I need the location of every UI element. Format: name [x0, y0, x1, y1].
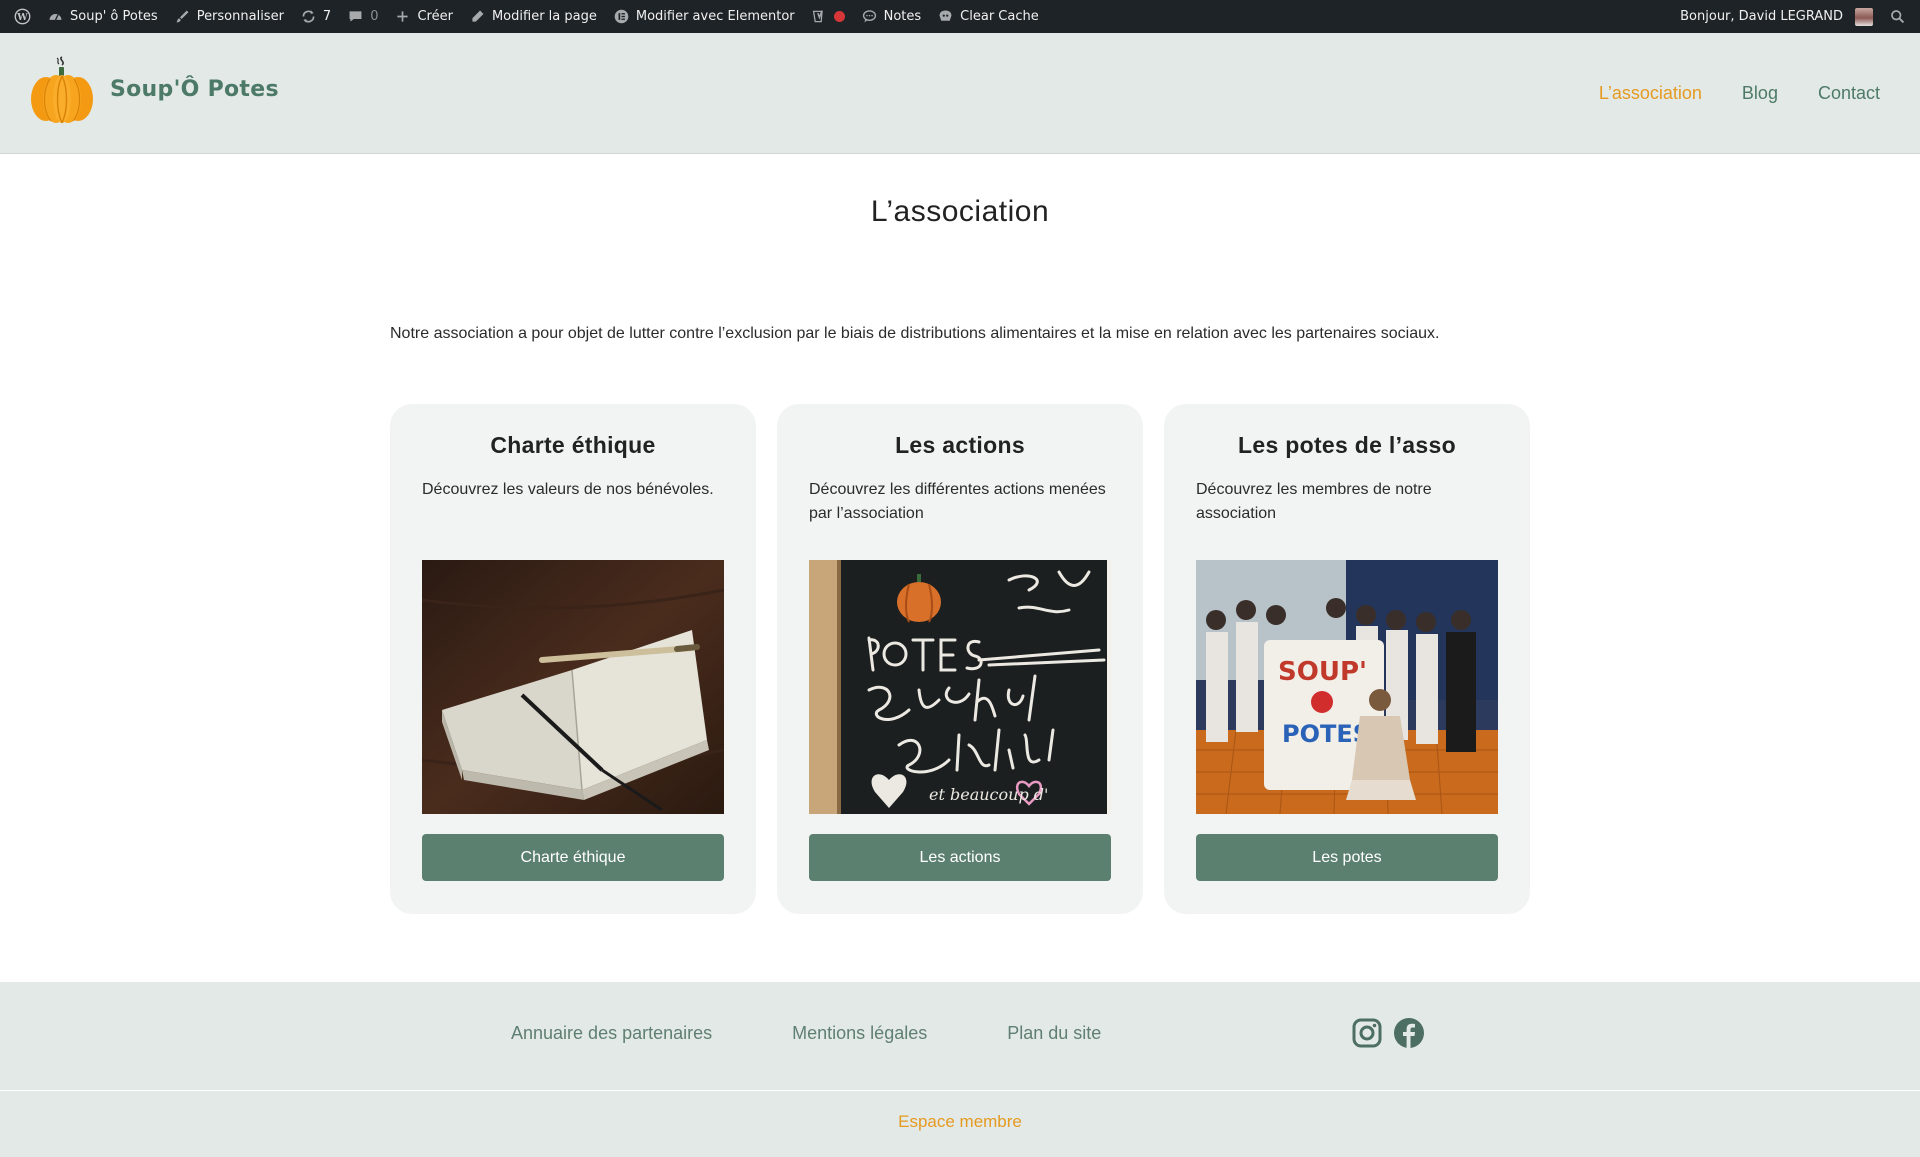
edit-elementor-label: Modifier avec Elementor — [635, 9, 795, 24]
yoast-seo-link[interactable] — [803, 0, 853, 33]
pencil-icon — [472, 10, 484, 22]
main-navigation: L’association Blog Contact — [1599, 83, 1880, 104]
svg-text:et beaucoup d': et beaucoup d' — [929, 785, 1048, 804]
charter-button[interactable]: Charte éthique — [422, 834, 724, 881]
notes-label: Notes — [883, 9, 922, 24]
comments-count: 0 — [370, 9, 379, 24]
site-footer: Annuaire des partenaires Mentions légale… — [0, 982, 1920, 1090]
site-name-label: Soup' ô Potes — [70, 9, 158, 24]
actions-button[interactable]: Les actions — [809, 834, 1111, 881]
footer-link-legal[interactable]: Mentions légales — [792, 1023, 927, 1044]
site-name-link[interactable]: Soup' ô Potes — [39, 0, 166, 33]
edit-elementor-link[interactable]: Modifier avec Elementor — [605, 0, 803, 33]
logo-text: Soup'Ô Potes — [110, 76, 279, 102]
create-link[interactable]: Créer — [386, 0, 460, 33]
nav-item-contact[interactable]: Contact — [1818, 83, 1880, 104]
members-button[interactable]: Les potes — [1196, 834, 1498, 881]
chalkboard-image: et beaucoup d' — [809, 560, 1111, 814]
clear-cache-label: Clear Cache — [960, 9, 1039, 24]
card-description: Découvrez les différentes actions menées… — [809, 481, 1106, 522]
member-area-link[interactable]: Espace membre — [898, 1112, 1022, 1132]
footer-links: Annuaire des partenaires Mentions légale… — [511, 1023, 1101, 1044]
comments-link[interactable]: 0 — [339, 0, 386, 33]
pumpkin-logo-icon — [31, 56, 93, 124]
intro-text: Notre association a pour objet de lutter… — [390, 325, 1440, 342]
card-title: Les actions — [895, 432, 1025, 458]
refresh-icon — [302, 10, 315, 23]
svg-text:W: W — [16, 12, 28, 23]
cards-section: Charte éthique Découvrez les valeurs de … — [390, 404, 1531, 914]
yoast-icon — [812, 10, 823, 23]
user-account-link[interactable]: Bonjour, David LEGRAND — [1672, 0, 1881, 33]
notes-link[interactable]: Notes — [853, 0, 930, 33]
site-header: Soup'Ô Potes L’association Blog Contact — [0, 33, 1920, 154]
card-title: Charte éthique — [490, 432, 656, 458]
customize-link[interactable]: Personnaliser — [166, 0, 292, 33]
site-logo[interactable]: Soup'Ô Potes — [26, 53, 279, 125]
plus-icon — [397, 11, 409, 22]
edit-page-link[interactable]: Modifier la page — [461, 0, 605, 33]
dashboard-icon — [49, 13, 62, 21]
social-links — [1351, 1017, 1425, 1049]
create-label: Créer — [417, 9, 453, 24]
brush-icon — [176, 10, 189, 23]
facebook-icon[interactable] — [1393, 1017, 1425, 1049]
card-members: Les potes de l’asso Découvrez les membre… — [1164, 404, 1530, 914]
admin-search-button[interactable] — [1881, 0, 1914, 33]
wordpress-logo-icon[interactable]: W — [6, 0, 39, 33]
footer-link-partners[interactable]: Annuaire des partenaires — [511, 1023, 712, 1044]
greeting-label: Bonjour, David LEGRAND — [1680, 9, 1843, 24]
edit-page-label: Modifier la page — [491, 9, 597, 24]
card-title: Les potes de l’asso — [1238, 432, 1456, 458]
footer-bottom-bar: Espace membre — [0, 1091, 1920, 1157]
speech-bubble-icon — [862, 10, 876, 23]
seo-status-dot-icon — [833, 11, 845, 22]
cache-icon — [939, 10, 952, 21]
group-photo-image: SOUP' POTES — [1196, 560, 1498, 814]
instagram-icon[interactable] — [1351, 1017, 1383, 1049]
search-icon — [1891, 10, 1905, 24]
svg-text:SOUP': SOUP' — [1278, 657, 1367, 687]
footer-link-sitemap[interactable]: Plan du site — [1007, 1023, 1101, 1044]
page-title: L’association — [870, 195, 1050, 228]
admin-bar: W Soup' ô Potes Personnaliser 7 0 Créer … — [0, 0, 1920, 33]
updates-count: 7 — [322, 9, 332, 24]
avatar — [1855, 7, 1873, 26]
comment-icon — [349, 11, 362, 22]
nav-item-association[interactable]: L’association — [1599, 83, 1702, 104]
nav-item-blog[interactable]: Blog — [1742, 83, 1778, 104]
card-description: Découvrez les valeurs de nos bénévoles. — [422, 481, 714, 498]
clear-cache-link[interactable]: Clear Cache — [929, 0, 1047, 33]
customize-label: Personnaliser — [196, 9, 284, 24]
card-description: Découvrez les membres de notre associati… — [1196, 481, 1432, 522]
updates-link[interactable]: 7 — [292, 0, 339, 33]
card-actions: Les actions Découvrez les différentes ac… — [777, 404, 1143, 914]
elementor-icon — [614, 9, 629, 24]
notebook-image — [422, 560, 724, 814]
card-charter: Charte éthique Découvrez les valeurs de … — [390, 404, 756, 914]
